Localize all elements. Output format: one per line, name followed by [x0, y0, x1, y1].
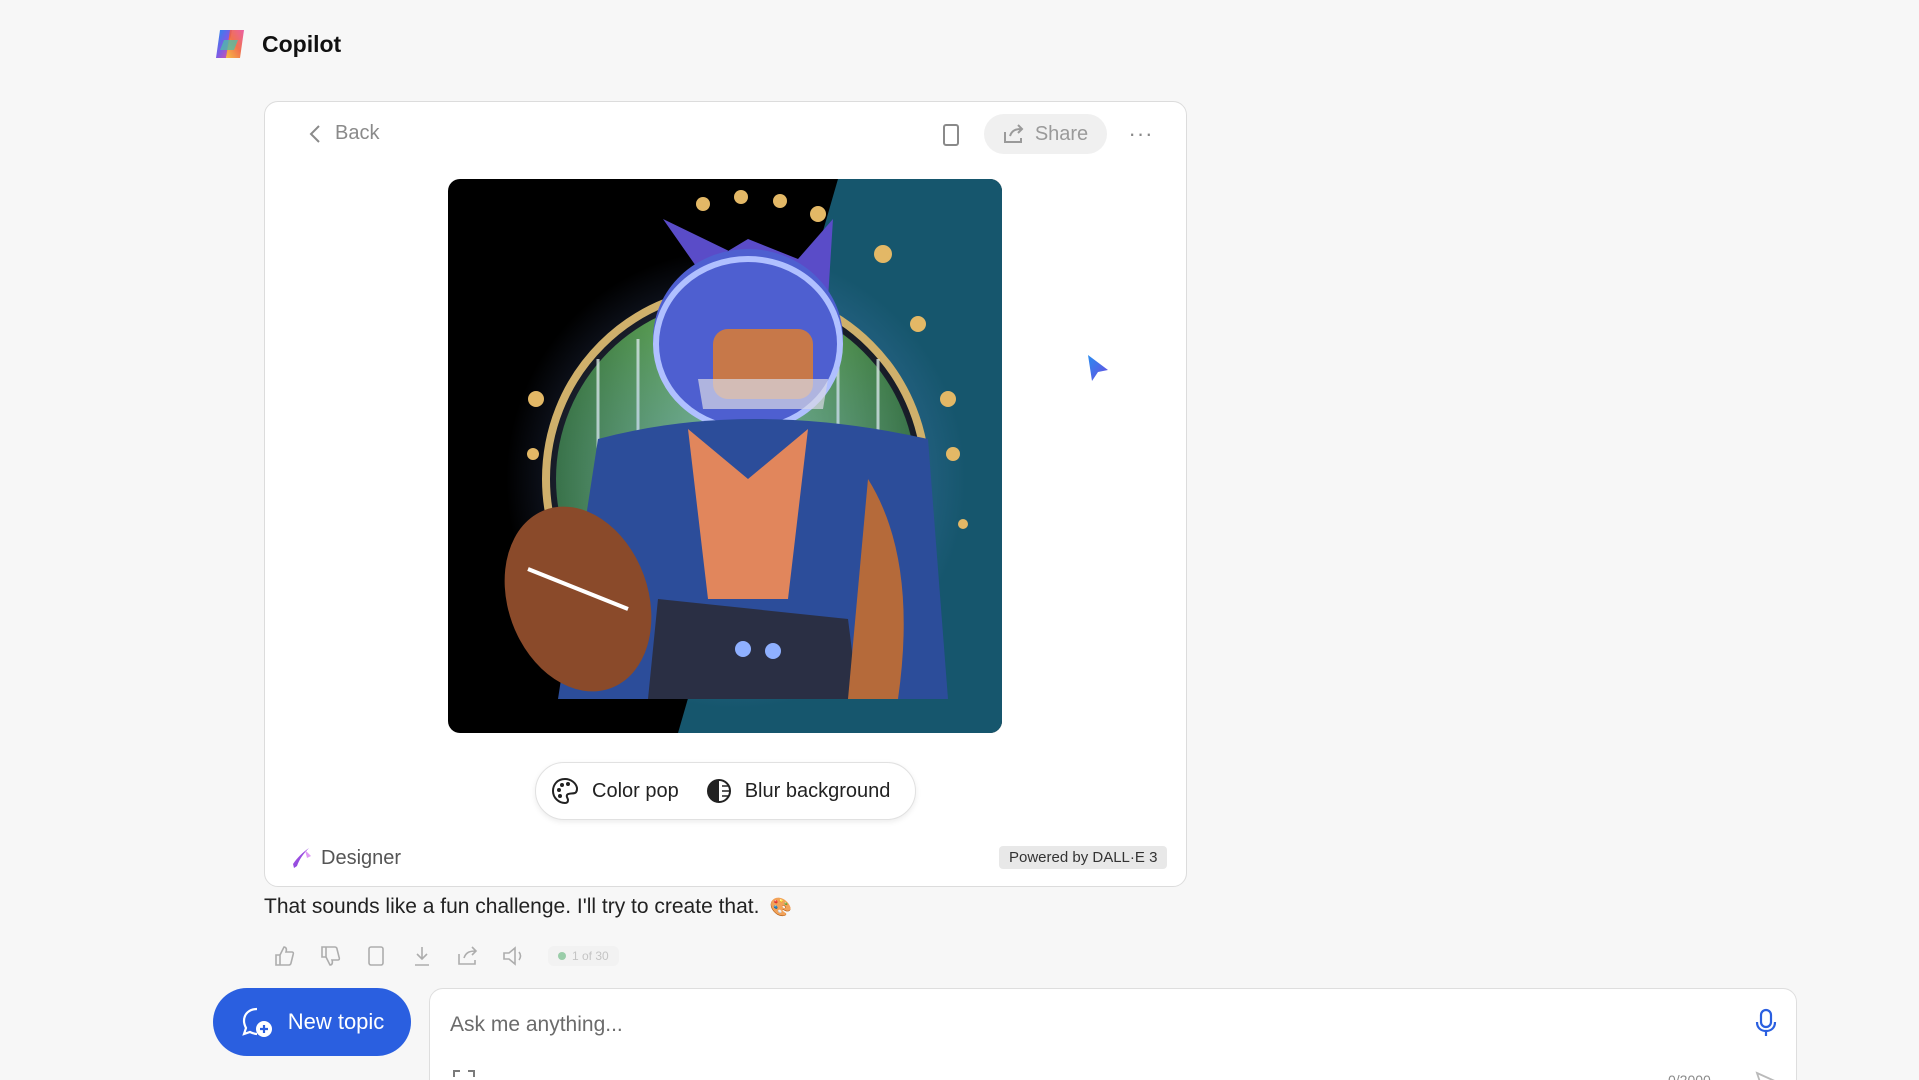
app-title: Copilot: [262, 30, 342, 57]
share-button[interactable]: Share: [984, 114, 1107, 154]
share-message-button[interactable]: [456, 944, 480, 968]
copy-icon: [368, 946, 384, 966]
app-header: Copilot: [212, 26, 341, 62]
mouse-cursor-icon: [1084, 352, 1112, 384]
response-count: 1 of 30: [572, 949, 609, 963]
card-toolbar: Back Share ···: [265, 102, 1186, 166]
copy-message-button[interactable]: [364, 944, 388, 968]
designer-link[interactable]: Designer: [291, 846, 401, 870]
blur-background-button[interactable]: Blur background: [705, 777, 891, 805]
composer: 0/2000: [429, 988, 1797, 1080]
copy-icon: [943, 124, 959, 146]
palette-emoji-icon: 🎨: [769, 896, 792, 917]
download-button[interactable]: [410, 944, 434, 968]
download-icon: [415, 947, 429, 966]
palette-icon: [551, 777, 579, 805]
microphone-icon: [1755, 1008, 1777, 1036]
share-label: Share: [1034, 122, 1089, 145]
back-button[interactable]: Back: [309, 122, 379, 145]
message-text: That sounds like a fun challenge. I'll t…: [264, 895, 760, 918]
copy-button[interactable]: [937, 120, 965, 150]
generated-image[interactable]: [448, 179, 1002, 733]
more-icon: ···: [1128, 121, 1154, 146]
new-chat-icon: [241, 1007, 272, 1037]
new-topic-button[interactable]: New topic: [213, 988, 411, 1056]
share-icon: [458, 946, 478, 965]
copilot-logo-icon: [212, 26, 248, 62]
share-icon: [1003, 124, 1024, 143]
send-icon: [1755, 1071, 1775, 1080]
image-scan-icon: [453, 1070, 475, 1077]
send-button[interactable]: [1755, 1071, 1779, 1080]
char-counter: 0/2000: [1668, 1072, 1711, 1080]
visual-search-button[interactable]: [452, 1069, 476, 1080]
blur-background-label: Blur background: [744, 779, 891, 802]
read-aloud-button[interactable]: [502, 944, 526, 968]
back-label: Back: [335, 122, 380, 144]
more-options-button[interactable]: ···: [1123, 116, 1159, 152]
designer-label: Designer: [321, 846, 402, 869]
assistant-message: That sounds like a fun challenge. I'll t…: [264, 895, 792, 919]
blur-icon: [706, 779, 731, 803]
message-actions: 1 of 30: [272, 944, 619, 968]
color-pop-label: Color pop: [592, 779, 679, 802]
microphone-button[interactable]: [1751, 1005, 1781, 1041]
designer-icon: [293, 848, 311, 868]
response-count-badge: 1 of 30: [548, 946, 619, 966]
status-dot-icon: [558, 952, 566, 960]
chevron-left-icon: [309, 124, 320, 143]
new-topic-label: New topic: [287, 1009, 385, 1034]
chat-input[interactable]: [450, 1005, 1710, 1045]
thumbs-up-button[interactable]: [272, 944, 296, 968]
speaker-icon: [503, 946, 522, 966]
thumbs-down-button[interactable]: [318, 944, 342, 968]
thumbs-down-icon: [321, 946, 341, 966]
color-pop-button[interactable]: Color pop: [550, 776, 679, 806]
edit-options-bar: Color pop Blur background: [535, 762, 916, 820]
powered-by-badge: Powered by DALL·E 3: [999, 846, 1168, 869]
image-card: Back Share ··· Color pop Blur background…: [264, 101, 1187, 887]
thumbs-up-icon: [275, 946, 295, 966]
